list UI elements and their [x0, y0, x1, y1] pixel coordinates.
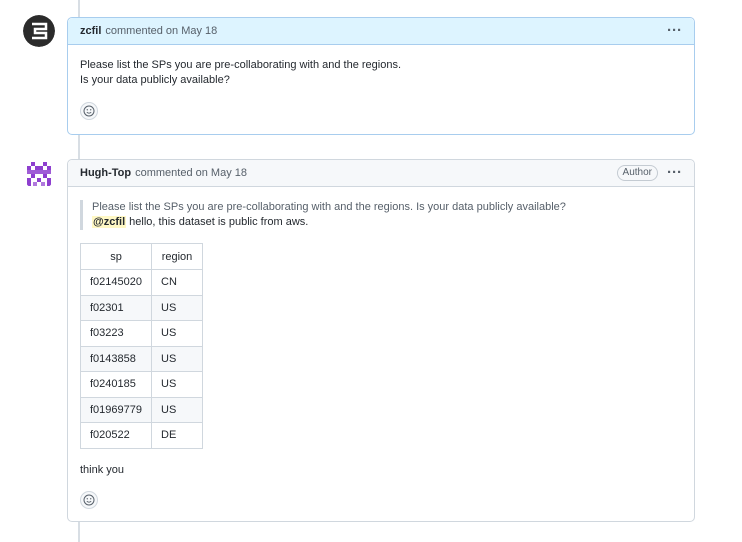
kebab-horizontal-icon[interactable]: ···: [667, 23, 682, 38]
table-header-row: sp region: [80, 243, 203, 270]
comment-header: zcfil commented on May 18 ···: [68, 18, 694, 45]
comment-hugh-top: Hugh-Top commented on May 18 Author ··· …: [67, 159, 695, 522]
column-header-sp: sp: [80, 243, 152, 270]
cell-region: US: [151, 371, 203, 398]
reply-text: hello, this dataset is public from aws.: [126, 216, 309, 228]
cell-sp: f02301: [80, 294, 152, 321]
comment-author[interactable]: zcfil: [80, 25, 101, 37]
avatar-zcfil[interactable]: [23, 15, 55, 47]
comment-zcfil: zcfil commented on May 18 ··· Please lis…: [67, 17, 695, 135]
table-row: f03223 US: [80, 320, 203, 347]
comment-author[interactable]: Hugh-Top: [80, 167, 131, 179]
cell-sp: f03223: [80, 320, 152, 347]
table-row: f02145020 CN: [80, 269, 203, 296]
comment-header: Hugh-Top commented on May 18 Author ···: [68, 160, 694, 187]
table-row: f02301 US: [80, 294, 203, 321]
smiley-icon: [83, 494, 95, 506]
table-row: f0143858 US: [80, 345, 203, 372]
table-row: f0240185 US: [80, 371, 203, 398]
cell-region: US: [151, 396, 203, 423]
cell-sp: f01969779: [80, 396, 152, 423]
cell-sp: f02145020: [80, 269, 152, 296]
user-mention[interactable]: @zcfil: [92, 216, 127, 228]
cell-region: US: [151, 345, 203, 372]
reply-line: @zcfil hello, this dataset is public fro…: [92, 215, 682, 230]
comment-line: Is your data publicly available?: [80, 74, 230, 86]
cell-region: US: [151, 320, 203, 347]
quote-text: Please list the SPs you are pre-collabor…: [92, 201, 566, 213]
comment-timestamp[interactable]: commented on May 18: [105, 25, 217, 37]
closing-text: think you: [80, 463, 125, 476]
avatar-hugh-top[interactable]: [23, 158, 55, 190]
add-reaction-button[interactable]: [80, 491, 98, 509]
blockquote: Please list the SPs you are pre-collabor…: [80, 200, 682, 230]
kebab-horizontal-icon[interactable]: ···: [667, 165, 682, 180]
author-badge: Author: [616, 165, 658, 181]
cell-sp: f0143858: [80, 345, 152, 372]
add-reaction-button[interactable]: [80, 102, 98, 120]
comment-timestamp[interactable]: commented on May 18: [135, 167, 247, 179]
table-row: f01969779 US: [80, 396, 203, 423]
cell-region: US: [151, 294, 203, 321]
cell-region: CN: [151, 269, 203, 296]
cell-sp: f0240185: [80, 371, 152, 398]
comment-body: Please list the SPs you are pre-collabor…: [68, 45, 694, 88]
column-header-region: region: [151, 243, 203, 270]
cell-sp: f020522: [80, 422, 152, 449]
smiley-icon: [83, 105, 95, 117]
cell-region: DE: [151, 422, 203, 449]
comment-line: Please list the SPs you are pre-collabor…: [80, 59, 402, 71]
table-row: f020522 DE: [80, 422, 203, 449]
sp-region-table: sp region f02145020 CN f02301 US f03223 …: [80, 243, 203, 449]
